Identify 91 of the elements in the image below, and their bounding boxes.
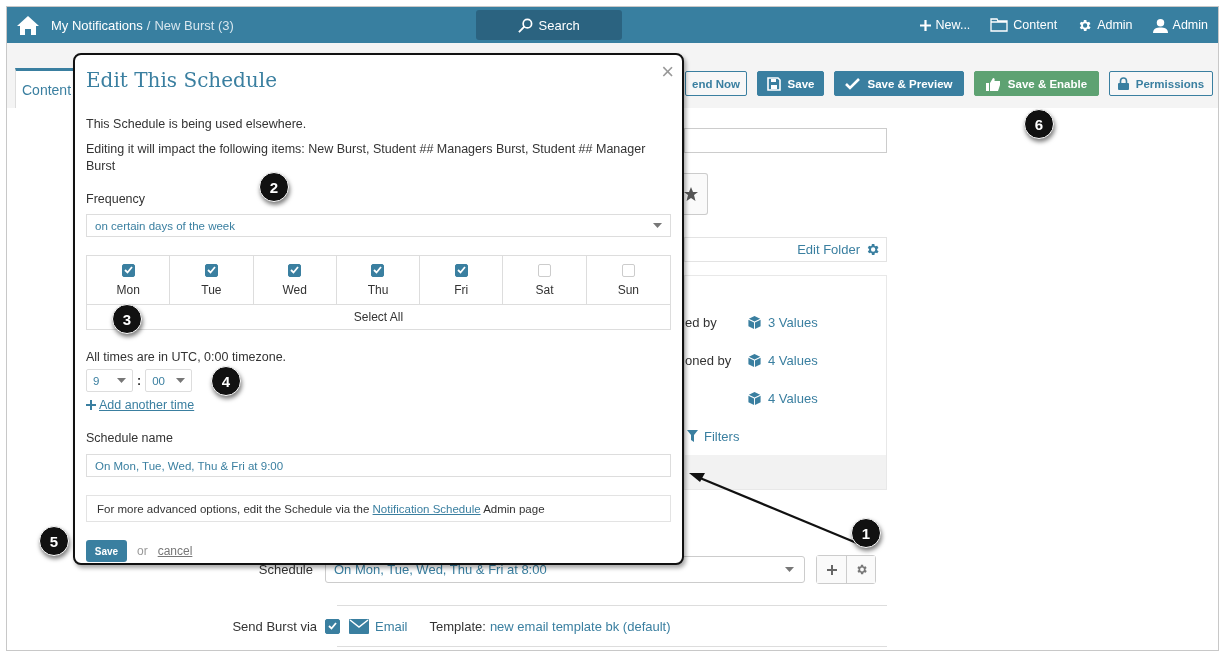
hour-select[interactable]: 9 [86, 369, 133, 392]
timezone-note: All times are in UTC, 0:00 timezone. [86, 349, 288, 366]
favorite-button[interactable] [684, 173, 708, 215]
plus-icon [86, 400, 96, 410]
breadcrumb-link[interactable]: My Notifications [51, 17, 143, 33]
caret-icon [653, 223, 662, 228]
schedule-admin-link[interactable]: Notification Schedule [372, 502, 481, 515]
toolbar-button[interactable]: Save & Enable [974, 71, 1099, 96]
day-label: Mon [116, 282, 140, 297]
close-button[interactable]: × [661, 61, 674, 83]
template-label: Template: [429, 618, 486, 634]
envelope-icon [349, 618, 369, 634]
field-label: Frequency [86, 191, 147, 208]
toolbar-button[interactable]: Save & Preview [834, 71, 964, 96]
folder-icon [990, 18, 1009, 32]
settings-button[interactable] [846, 556, 875, 583]
add-time-link[interactable]: Add another time [99, 398, 195, 412]
impact-text: Editing it will impact the following items: New Burst, Student ## Managers Burst, Student ## Manager Burst [86, 141, 647, 175]
channel-link[interactable]: Email [375, 618, 408, 634]
add-button[interactable] [817, 556, 846, 583]
user-icon [1152, 17, 1168, 33]
check-icon [123, 266, 133, 274]
values-link[interactable]: 4 Values [768, 353, 818, 369]
plus-icon [919, 19, 931, 31]
dialog-title: Edit This Schedule [86, 68, 277, 94]
save-button[interactable]: Save [86, 540, 127, 562]
day-label: Sat [535, 282, 554, 297]
checkbox[interactable] [454, 263, 468, 277]
template-link[interactable]: new email template bk (default) [489, 618, 671, 634]
notice-text: This Schedule is being used elsewhere. [86, 116, 308, 133]
nav-link[interactable]: Admin [1077, 17, 1133, 33]
field-label: Schedule [257, 562, 314, 577]
day-label: Fri [454, 282, 469, 297]
field-label: Schedule name [86, 430, 174, 447]
nav-link[interactable]: Admin [1152, 17, 1208, 33]
checkbox[interactable] [538, 263, 552, 277]
caret-icon [176, 378, 186, 383]
time-separator: : [137, 373, 142, 388]
nav-link[interactable]: Content [990, 18, 1058, 32]
text-field[interactable] [684, 128, 887, 153]
checkbox[interactable] [204, 263, 218, 277]
breadcrumb-separator: / [146, 17, 151, 33]
select-all-link[interactable]: Select All [353, 310, 404, 324]
values-link[interactable]: 4 Values [768, 390, 818, 406]
day-label: Tue [201, 282, 222, 297]
values-link[interactable]: 3 Values [768, 315, 818, 331]
checkbox[interactable] [325, 618, 340, 634]
field-label: ed by [685, 315, 718, 331]
toolbar-button[interactable]: Permissions [1109, 71, 1213, 96]
check-icon [206, 266, 216, 274]
edit-folder-link[interactable]: Edit Folder [797, 242, 860, 257]
day-label: Sun [617, 282, 639, 297]
day-label: Thu [367, 282, 389, 297]
cube-icon [747, 315, 762, 331]
search-button[interactable]: Search [475, 10, 622, 40]
info-text: For more advanced options, edit the Schedule via the Notification Schedule Admin page [97, 502, 545, 515]
caret-icon [117, 378, 126, 383]
check-icon [373, 266, 383, 274]
thumbs-up-icon [985, 76, 1001, 91]
schedule-name-field[interactable]: On Mon, Tue, Wed, Thu & Fri at 9:00 [86, 454, 671, 477]
field-label: oned by [685, 353, 733, 369]
caret-icon [785, 567, 794, 572]
search-icon [517, 17, 533, 33]
field-label: Send Burst via [231, 618, 318, 634]
check-icon [456, 266, 466, 274]
frequency-select[interactable]: on certain days of the week [86, 214, 671, 237]
star-icon [684, 187, 698, 201]
check-icon [845, 77, 861, 90]
day-label: Wed [282, 282, 307, 297]
cube-icon [747, 390, 762, 406]
checkbox[interactable] [121, 263, 135, 277]
checkbox[interactable] [288, 263, 302, 277]
nav-link[interactable]: New... [919, 18, 971, 32]
or-text: or [137, 544, 148, 558]
toolbar-button[interactable]: Save [757, 71, 824, 96]
checkbox[interactable] [621, 263, 635, 277]
minute-select[interactable]: 00 [145, 369, 193, 392]
cancel-link[interactable]: cancel [157, 544, 193, 558]
breadcrumb-current: New Burst (3) [154, 17, 234, 33]
toolbar-button[interactable]: end Now [685, 71, 747, 96]
checkbox[interactable] [371, 263, 385, 277]
cube-icon [747, 353, 762, 369]
home-icon[interactable] [17, 15, 39, 35]
gear-icon [865, 242, 880, 257]
check-icon [328, 622, 337, 630]
filter-icon [687, 430, 698, 443]
filters-link[interactable]: Filters [704, 428, 740, 444]
gear-icon [1077, 17, 1093, 33]
check-icon [290, 266, 300, 274]
plus-icon [826, 564, 837, 575]
lock-icon [1117, 77, 1129, 90]
